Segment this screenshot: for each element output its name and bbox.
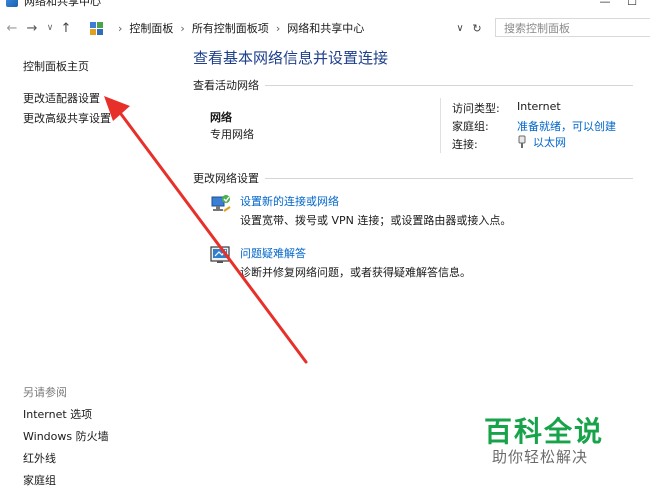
network-sharing-center-window: 网络和共享中心 — ☐ ← → ∨ ↑ › 控制面板 › 所有控制面板项 › 网…	[0, 0, 650, 498]
watermark-title: 百科全说	[484, 415, 605, 448]
watermark-subtitle: 助你轻松解决	[492, 448, 589, 466]
